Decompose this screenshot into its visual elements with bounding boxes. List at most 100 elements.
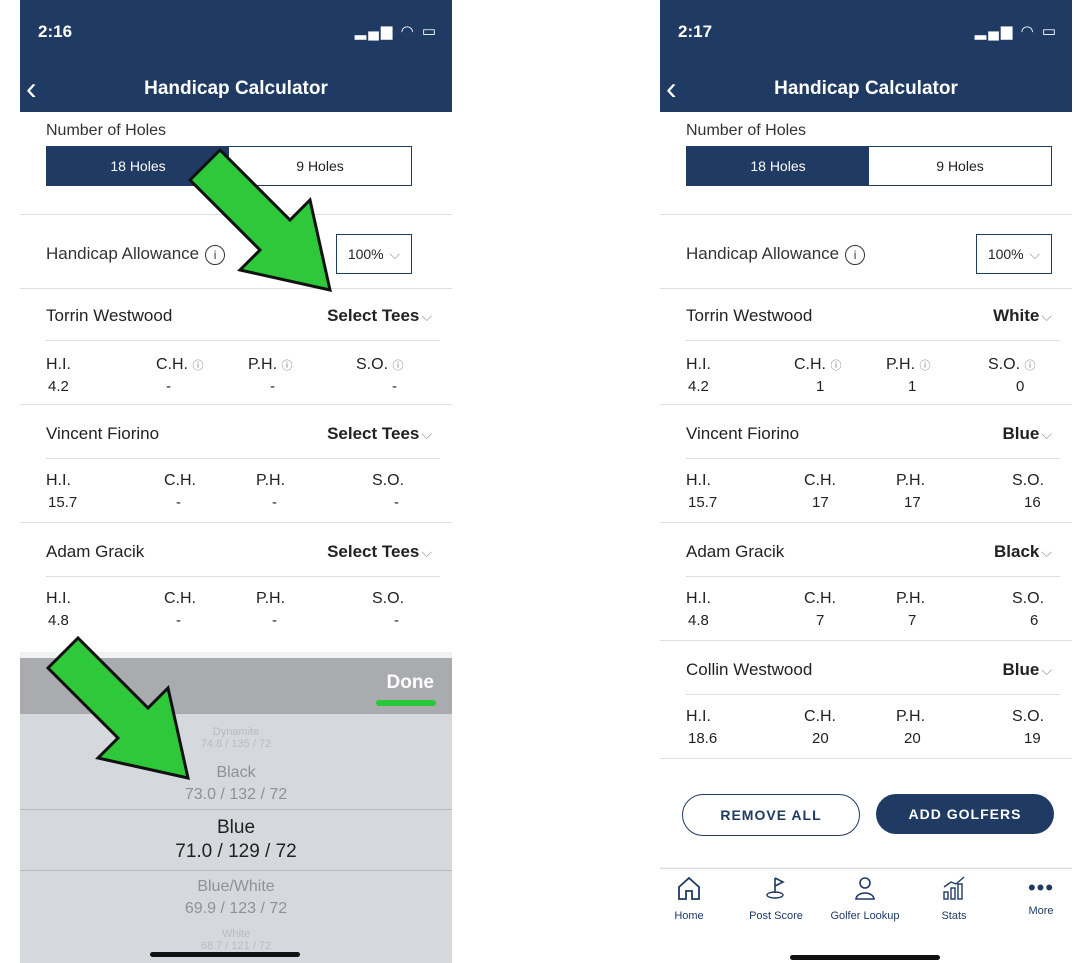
so-header: S.O. [1012, 708, 1045, 725]
allowance-value: 100% [347, 246, 384, 262]
info-icon[interactable]: ⓘ [192, 360, 203, 372]
tees-label: Select Tees [327, 424, 420, 443]
select-tees-button[interactable]: Blue ⌵ [1003, 660, 1052, 680]
picker-option-white[interactable]: White 68.7 / 121 / 72 [20, 928, 452, 952]
picker-option-name: Blue/White [197, 878, 275, 895]
home-indicator [150, 952, 300, 957]
ch-header: C.H. [804, 708, 836, 725]
ph-value: - [270, 378, 275, 395]
divider [46, 576, 440, 577]
divider [20, 522, 452, 523]
more-icon: ••• [1027, 875, 1055, 900]
picker-option-blue-white[interactable]: Blue/White 69.9 / 123 / 72 [20, 876, 452, 920]
status-time: 2:17 [678, 22, 713, 41]
hi-header: H.I. [686, 356, 711, 373]
so-value: 6 [1030, 612, 1039, 629]
hi-value: 4.2 [48, 378, 69, 395]
nav-bar: ‹ Handicap Calculator [20, 68, 452, 112]
ch-header-text: C.H. [156, 356, 188, 373]
tab-more[interactable]: ••• More [1000, 875, 1072, 917]
so-header: S.O. ⓘ [988, 356, 1035, 374]
select-tees-button[interactable]: Select Tees ⌵ [327, 424, 432, 444]
divider [686, 576, 1060, 577]
divider [20, 404, 452, 405]
allowance-select[interactable]: 100% ⌵ [976, 234, 1052, 274]
ph-header: P.H. ⓘ [248, 356, 293, 374]
divider [46, 340, 440, 341]
ph-header: P.H. [256, 472, 286, 489]
picker-option-name: Blue [216, 817, 256, 838]
hi-value: 4.2 [688, 378, 709, 395]
select-tees-button[interactable]: Select Tees ⌵ [327, 542, 432, 562]
nav-bar: ‹ Handicap Calculator [660, 68, 1072, 112]
ph-header: P.H. [896, 472, 926, 489]
info-icon[interactable]: i [845, 244, 866, 265]
divider [660, 288, 1072, 289]
calculator-card: Number of Holes 18 Holes 9 Holes Handica… [660, 112, 1072, 867]
arrow-annotation [187, 147, 332, 292]
picker-option-stats: 68.7 / 121 / 72 [200, 940, 272, 952]
holes-segmented-control: 18 Holes 9 Holes [686, 146, 1052, 186]
ph-value: - [272, 612, 277, 629]
status-icons: ▂▄▆ ◠ ▭ [354, 23, 438, 40]
info-icon[interactable]: ⓘ [392, 360, 403, 372]
tab-golfer-lookup[interactable]: Golfer Lookup [824, 875, 906, 922]
tab-home[interactable]: Home [660, 875, 730, 922]
tees-label: White [993, 306, 1040, 325]
ph-header: P.H. [896, 590, 926, 607]
select-tees-button[interactable]: White ⌵ [993, 306, 1052, 326]
picker-option-stats: 71.0 / 129 / 72 [175, 841, 297, 862]
player-name: Torrin Westwood [46, 306, 173, 325]
tees-label: Select Tees [327, 542, 420, 561]
tab-label: Home [674, 910, 704, 922]
player-name: Adam Gracik [686, 542, 785, 561]
so-header: S.O. [372, 472, 405, 489]
ph-value: 20 [904, 730, 921, 747]
info-icon[interactable]: ⓘ [830, 360, 841, 372]
so-header-text: S.O. [988, 356, 1021, 373]
divider [686, 694, 1060, 695]
picker-divider [20, 809, 452, 810]
player-name: Vincent Fiorino [46, 424, 160, 443]
player-name: Torrin Westwood [686, 306, 813, 325]
tab-stats[interactable]: Stats [913, 875, 995, 922]
tab-label: Stats [941, 910, 967, 922]
left-screen: 2:16 ▂▄▆ ◠ ▭ ‹ Handicap Calculator Numbe… [20, 0, 452, 963]
chevron-down-icon: ⌵ [1025, 246, 1041, 262]
info-icon[interactable]: ⓘ [1024, 360, 1035, 372]
ch-value: 7 [816, 612, 825, 629]
player-name: Collin Westwood [686, 660, 813, 679]
info-icon[interactable]: ⓘ [282, 360, 293, 372]
done-button[interactable]: Done [387, 672, 435, 694]
holes-9-option[interactable]: 9 Holes [869, 147, 1051, 185]
ph-header: P.H. [896, 708, 926, 725]
add-golfers-button[interactable]: ADD GOLFERS [876, 794, 1054, 834]
picker-option-blue[interactable]: Blue 71.0 / 129 / 72 [20, 816, 452, 864]
select-tees-button[interactable]: Blue ⌵ [1003, 424, 1052, 444]
so-value: 19 [1024, 730, 1041, 747]
status-bar: 2:16 ▂▄▆ ◠ ▭ [20, 0, 452, 68]
hi-value: 15.7 [688, 494, 718, 511]
page-title: Handicap Calculator [144, 78, 328, 99]
tab-label: More [1028, 905, 1054, 917]
ch-header: C.H. [164, 472, 196, 489]
so-value: - [394, 612, 399, 629]
holes-18-option[interactable]: 18 Holes [687, 147, 869, 185]
stats-icon [943, 876, 965, 900]
ph-value: - [272, 494, 277, 511]
so-header-text: S.O. [356, 356, 389, 373]
post-score-icon [766, 877, 785, 899]
remove-all-button[interactable]: REMOVE ALL [682, 794, 860, 836]
status-time: 2:16 [38, 22, 73, 41]
so-header: S.O. [1012, 472, 1045, 489]
ph-value: 7 [908, 612, 917, 629]
select-tees-button[interactable]: Black ⌵ [994, 542, 1052, 562]
allowance-value: 100% [987, 246, 1024, 262]
tab-post-score[interactable]: Post Score [735, 875, 817, 922]
info-icon[interactable]: ⓘ [920, 360, 931, 372]
divider [660, 758, 1072, 759]
hi-header: H.I. [46, 472, 71, 489]
hi-value: 15.7 [48, 494, 78, 511]
so-value: 16 [1024, 494, 1041, 511]
chevron-down-icon: ⌵ [421, 544, 432, 560]
